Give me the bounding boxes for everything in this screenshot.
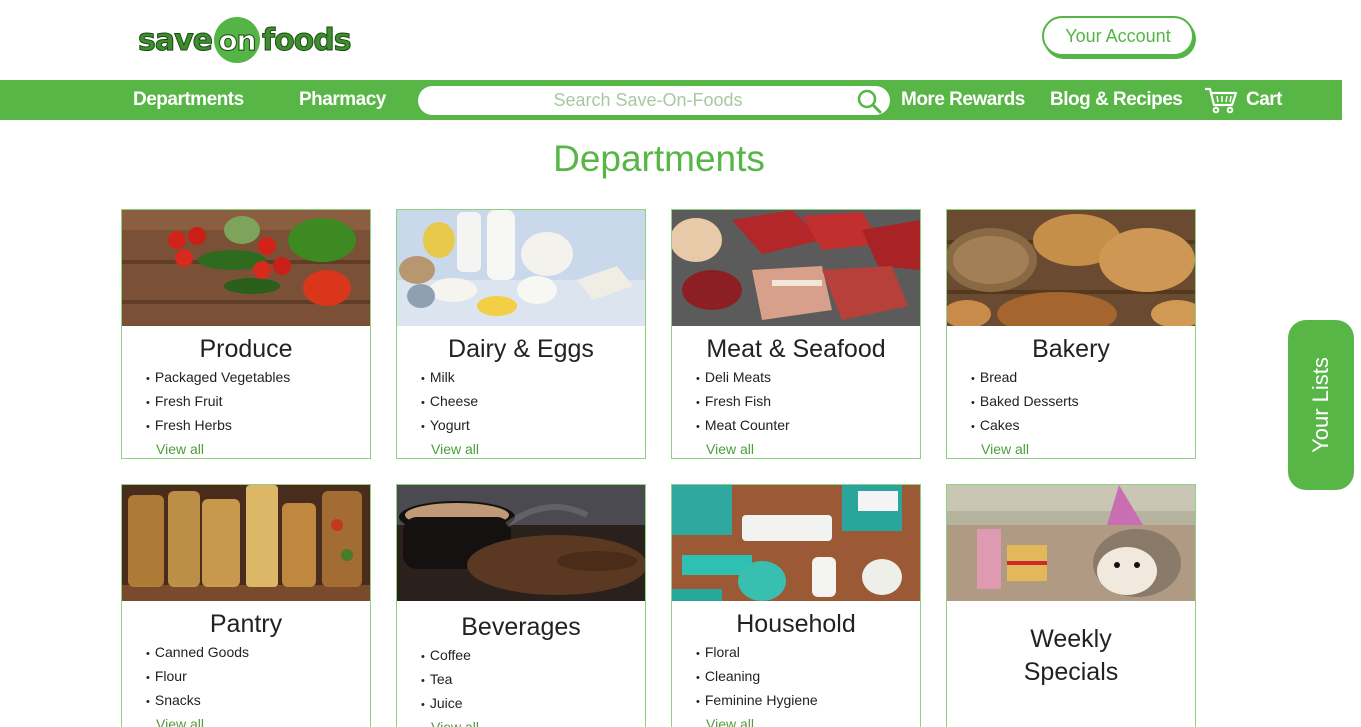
list-item[interactable]: Feminine Hygiene (696, 689, 920, 713)
nav-blog-recipes[interactable]: Blog & Recipes (1050, 80, 1183, 120)
logo-text-save: save (137, 22, 213, 58)
list-item[interactable]: Fresh Fish (696, 390, 920, 414)
list-item[interactable]: Fresh Herbs (146, 414, 370, 438)
department-title: Meat & Seafood (706, 335, 886, 363)
your-lists-label: Your Lists (1308, 357, 1333, 453)
list-item[interactable]: Yogurt (421, 414, 645, 438)
department-item-list: Floral Cleaning Feminine Hygiene (696, 641, 920, 713)
nav-cart[interactable]: Cart (1204, 80, 1283, 120)
department-item-list: Canned Goods Flour Snacks (146, 641, 370, 713)
department-title: Bakery (1032, 335, 1110, 363)
view-all-link[interactable]: View all (706, 713, 920, 727)
search-icon[interactable] (856, 88, 882, 114)
department-title: Produce (199, 335, 293, 363)
view-all-link[interactable]: View all (156, 713, 370, 727)
department-card-dairy-eggs[interactable]: Dairy & Eggs Milk Cheese Yogurt View all (396, 209, 646, 459)
department-card-meat-seafood[interactable]: Meat & Seafood Deli Meats Fresh Fish Mea… (671, 209, 921, 459)
list-item[interactable]: Bread (971, 366, 1195, 390)
view-all-link[interactable]: View all (156, 438, 370, 460)
department-card-pantry[interactable]: Pantry Canned Goods Flour Snacks View al… (121, 484, 371, 727)
meat-seafood-image (672, 210, 920, 326)
logo-on-circle: on (214, 17, 261, 63)
list-item[interactable]: Floral (696, 641, 920, 665)
department-item-list: Deli Meats Fresh Fish Meat Counter (696, 366, 920, 438)
department-title: Pantry (209, 610, 283, 638)
weekly-specials-line1: Weekly (1030, 625, 1112, 653)
save-on-foods-logo[interactable]: save on foods (137, 14, 353, 66)
weekly-specials-image (947, 485, 1195, 601)
bakery-image (947, 210, 1195, 326)
cart-icon (1205, 87, 1238, 114)
search-bar (418, 86, 890, 115)
household-image (672, 485, 920, 601)
list-item[interactable]: Fresh Fruit (146, 390, 370, 414)
produce-image (122, 210, 370, 326)
weekly-specials-line2: Specials (1023, 658, 1119, 686)
department-title: Dairy & Eggs (448, 335, 594, 363)
main-navbar: Departments Pharmacy More Rewards Blog &… (0, 80, 1342, 120)
nav-more-rewards[interactable]: More Rewards (901, 80, 1025, 120)
logo-text-foods: foods (262, 22, 353, 58)
department-item-list: Packaged Vegetables Fresh Fruit Fresh He… (146, 366, 370, 438)
weekly-specials-card[interactable]: Weekly Specials (946, 484, 1196, 727)
nav-departments[interactable]: Departments (133, 80, 244, 120)
department-item-list: Milk Cheese Yogurt (421, 366, 645, 438)
department-item-list: Coffee Tea Juice (421, 644, 645, 716)
department-card-household[interactable]: Household Floral Cleaning Feminine Hygie… (671, 484, 921, 727)
list-item[interactable]: Cakes (971, 414, 1195, 438)
header: save on foods Your Account (0, 0, 1361, 80)
list-item[interactable]: Coffee (421, 644, 645, 668)
list-item[interactable]: Cheese (421, 390, 645, 414)
nav-pharmacy[interactable]: Pharmacy (299, 80, 386, 120)
your-account-button[interactable]: Your Account (1042, 16, 1194, 56)
list-item[interactable]: Canned Goods (146, 641, 370, 665)
beverages-image (397, 485, 645, 601)
nav-cart-label: Cart (1246, 89, 1283, 110)
logo-text-on: on (218, 23, 257, 57)
list-item[interactable]: Snacks (146, 689, 370, 713)
list-item[interactable]: Packaged Vegetables (146, 366, 370, 390)
list-item[interactable]: Cleaning (696, 665, 920, 689)
view-all-link[interactable]: View all (706, 438, 920, 460)
pantry-image (122, 485, 370, 601)
weekly-specials-title: Weekly Specials (947, 623, 1195, 689)
list-item[interactable]: Baked Desserts (971, 390, 1195, 414)
view-all-link[interactable]: View all (981, 438, 1195, 460)
department-title: Beverages (461, 613, 581, 641)
view-all-link[interactable]: View all (431, 438, 645, 460)
list-item[interactable]: Milk (421, 366, 645, 390)
list-item[interactable]: Flour (146, 665, 370, 689)
your-lists-tab[interactable]: Your Lists (1288, 320, 1354, 490)
department-card-bakery[interactable]: Bakery Bread Baked Desserts Cakes View a… (946, 209, 1196, 459)
view-all-link[interactable]: View all (431, 716, 645, 727)
dairy-eggs-image (397, 210, 645, 326)
list-item[interactable]: Meat Counter (696, 414, 920, 438)
department-title: Household (736, 610, 856, 638)
page-title: Departments (553, 138, 765, 179)
department-item-list: Bread Baked Desserts Cakes (971, 366, 1195, 438)
department-card-beverages[interactable]: Beverages Coffee Tea Juice View all (396, 484, 646, 727)
list-item[interactable]: Tea (421, 668, 645, 692)
list-item[interactable]: Deli Meats (696, 366, 920, 390)
department-card-produce[interactable]: Produce Packaged Vegetables Fresh Fruit … (121, 209, 371, 459)
list-item[interactable]: Juice (421, 692, 645, 716)
search-input[interactable] (418, 86, 858, 115)
